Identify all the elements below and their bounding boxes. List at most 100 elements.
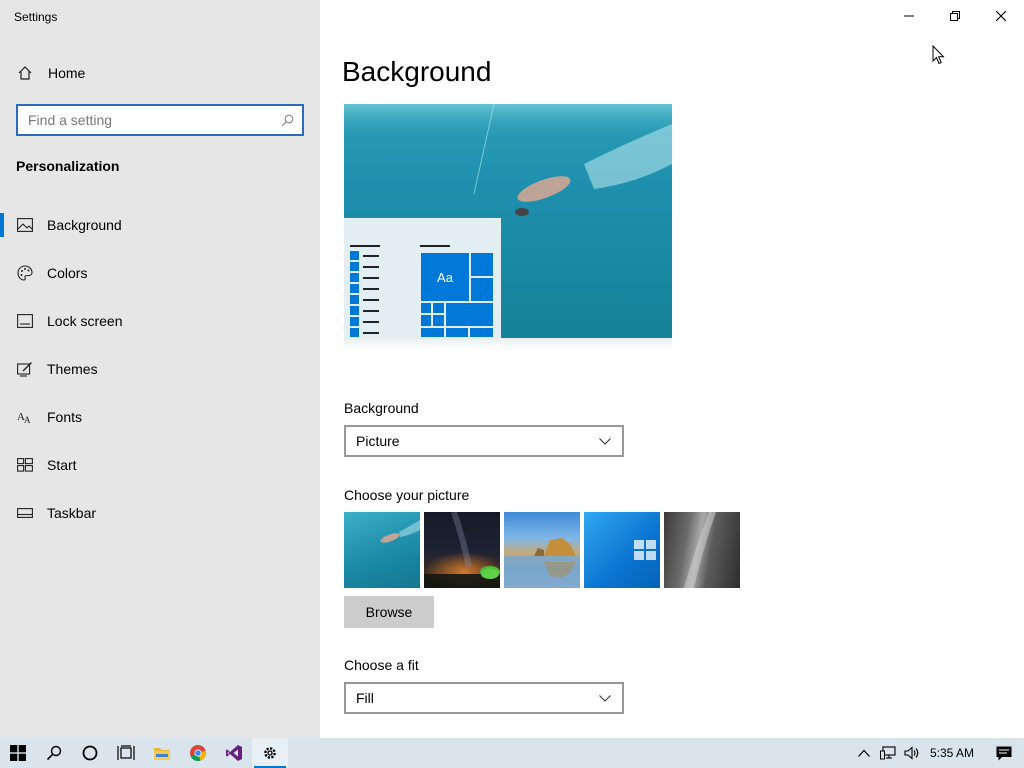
start-icon (17, 457, 33, 473)
windows-logo-icon (634, 540, 656, 560)
restore-icon (950, 11, 960, 21)
minimize-icon (904, 15, 914, 17)
preview-tile (470, 277, 494, 302)
picture-thumbnail-underwater[interactable] (344, 512, 420, 588)
lock-screen-icon (17, 313, 33, 329)
sidebar-item-label: Themes (47, 361, 98, 377)
close-button[interactable] (978, 0, 1024, 32)
choose-picture-label: Choose your picture (344, 487, 470, 503)
sidebar-item-label: Lock screen (47, 313, 123, 329)
picture-thumbnail-night-sky[interactable] (424, 512, 500, 588)
picture-thumbnails (344, 512, 740, 588)
preview-tile (420, 302, 432, 314)
chevron-down-icon (598, 693, 612, 703)
preview-list-row (350, 327, 379, 338)
palette-icon (17, 265, 33, 281)
file-explorer-button[interactable] (144, 738, 180, 768)
sidebar-item-label: Start (47, 457, 77, 473)
action-center-button[interactable] (984, 738, 1024, 768)
sidebar-item-label: Background (47, 217, 122, 233)
sidebar-item-label: Taskbar (47, 505, 97, 521)
preview-tile-aa: Aa (420, 252, 470, 302)
visual-studio-button[interactable] (216, 738, 252, 768)
sidebar-item-start[interactable]: Start (0, 441, 320, 489)
home-nav-item[interactable]: Home (0, 56, 320, 90)
settings-button[interactable] (252, 738, 288, 768)
restore-button[interactable] (932, 0, 978, 32)
search-input[interactable] (28, 112, 280, 128)
picture-icon (17, 217, 33, 233)
start-button[interactable] (0, 738, 36, 768)
preview-tile (420, 314, 432, 327)
task-view-icon (117, 745, 135, 760)
picture-thumbnail-coast[interactable] (504, 512, 580, 588)
taskbar-search-button[interactable] (36, 738, 72, 768)
cortana-icon (82, 745, 98, 761)
preview-shadow (344, 338, 672, 350)
preview-list-row (350, 294, 379, 305)
svg-text:A: A (24, 415, 31, 425)
settings-icon (264, 747, 276, 759)
preview-tile (420, 327, 445, 338)
clock[interactable]: 5:35 AM (924, 746, 984, 760)
home-icon (17, 65, 33, 81)
fit-dropdown[interactable]: Fill (344, 682, 624, 714)
network-button[interactable] (876, 738, 900, 768)
preview-line (420, 245, 450, 247)
preview-line (350, 245, 380, 247)
sidebar-item-themes[interactable]: Themes (0, 345, 320, 393)
sidebar-item-label: Fonts (47, 409, 83, 425)
themes-icon (17, 361, 33, 377)
volume-button[interactable] (900, 738, 924, 768)
preview-list-row (350, 316, 379, 327)
minimize-button[interactable] (886, 0, 932, 32)
background-label: Background (344, 400, 419, 416)
search-icon (46, 745, 62, 761)
picture-thumbnail-rock[interactable] (664, 512, 740, 588)
preview-tile (445, 302, 494, 327)
preview-list-row (350, 305, 379, 316)
chevron-down-icon (598, 436, 612, 446)
search-icon[interactable] (280, 113, 294, 127)
notifications-icon (996, 746, 1012, 760)
fonts-icon: AA (17, 409, 33, 425)
mouse-cursor-icon (932, 45, 945, 65)
preview-list-row (350, 272, 379, 283)
visual-studio-icon (226, 745, 242, 761)
preview-start-list (350, 250, 379, 338)
preview-tile (445, 327, 469, 338)
preview-tile (469, 327, 494, 338)
preview-list-row (350, 261, 379, 272)
preview-list-row (350, 283, 379, 294)
window-controls (886, 0, 1024, 32)
background-dropdown[interactable]: Picture (344, 425, 624, 457)
page-title: Background (342, 56, 492, 87)
preview-window-mockup: Aa (344, 218, 501, 338)
sidebar-item-taskbar[interactable]: Taskbar (0, 489, 320, 537)
preview-tile (432, 302, 445, 314)
preview-tile (432, 314, 445, 327)
search-box[interactable] (16, 104, 304, 136)
preview-list-row (350, 250, 379, 261)
show-hidden-icons-button[interactable] (852, 738, 876, 768)
app-title: Settings (14, 10, 58, 24)
background-dropdown-value: Picture (356, 433, 400, 449)
close-icon (996, 11, 1006, 21)
task-view-button[interactable] (108, 738, 144, 768)
sidebar-item-background[interactable]: Background (0, 201, 320, 249)
sidebar-item-fonts[interactable]: AA Fonts (0, 393, 320, 441)
chrome-button[interactable] (180, 738, 216, 768)
nav-list: Background Colors Lock screen Themes AA … (0, 201, 320, 537)
preview-tiles: Aa (420, 252, 494, 338)
windows-start-icon (10, 745, 26, 761)
sidebar-item-colors[interactable]: Colors (0, 249, 320, 297)
chevron-up-icon (858, 749, 870, 757)
preview-tile (470, 252, 494, 277)
sidebar-item-lock-screen[interactable]: Lock screen (0, 297, 320, 345)
cortana-button[interactable] (72, 738, 108, 768)
background-preview: Aa (344, 104, 672, 338)
volume-icon (904, 746, 919, 760)
picture-thumbnail-windows[interactable] (584, 512, 660, 588)
browse-button[interactable]: Browse (344, 596, 434, 628)
file-explorer-icon (154, 748, 170, 760)
